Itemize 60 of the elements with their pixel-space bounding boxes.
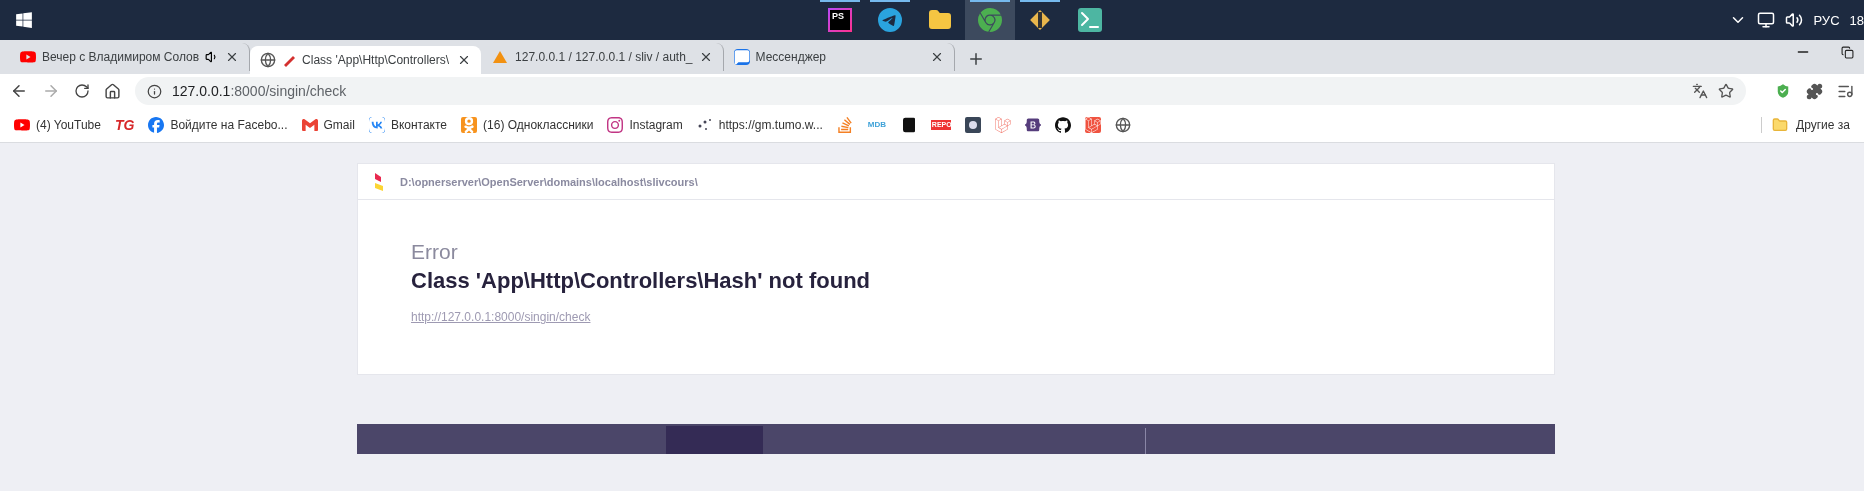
info-icon[interactable]	[147, 83, 162, 99]
bookmark-link[interactable]: (16) Одноклассники	[483, 118, 594, 132]
laravel-icon	[994, 117, 1011, 133]
restore-icon[interactable]	[1841, 45, 1854, 59]
error-label: Error	[411, 240, 458, 264]
globe-icon	[1114, 117, 1131, 133]
bookmark-link[interactable]: Вконтакте	[390, 118, 448, 132]
facebook-icon	[148, 117, 165, 133]
translate-icon[interactable]	[1692, 83, 1708, 99]
crayon-icon	[282, 53, 297, 67]
dots-icon	[696, 117, 713, 133]
tab-title: Вечер с Владимиром Солов	[42, 50, 200, 64]
odnoklassniki-icon	[461, 117, 478, 133]
browser-tab[interactable]: 127.0.0.1 / 127.0.0.1 / sliv / auth_	[481, 43, 724, 71]
logo-text: MDB	[866, 120, 887, 130]
laravel-icon	[1084, 117, 1101, 133]
language-indicator[interactable]: РУС	[1813, 12, 1840, 28]
tab-title: Class 'App\Http\Controllers\	[302, 53, 451, 67]
address-bar[interactable]: 127.0.0.1:8000/singin/check	[135, 77, 1746, 105]
error-message: Class 'App\Http\Controllers\Hash' not found	[411, 268, 870, 294]
sail-icon	[491, 49, 510, 65]
bookmark-link[interactable]: Войдите на Facebo...	[170, 118, 288, 132]
logo-text: TG	[114, 117, 135, 133]
browser-tab[interactable]: Class 'App\Http\Controllers\	[250, 46, 482, 74]
instagram-icon	[607, 117, 624, 133]
star-icon[interactable]	[1718, 83, 1734, 99]
bookmark-link[interactable]: https://gm.tumo.w...	[718, 118, 823, 132]
phpstorm-icon: PS	[828, 8, 852, 32]
url-text: 127.0.0.1:8000/singin/check	[172, 83, 348, 99]
youtube-icon	[14, 117, 30, 133]
home-icon[interactable]	[104, 82, 121, 100]
speaker-icon[interactable]	[1785, 11, 1804, 29]
project-path: D:\opnerserver\OpenServer\domains\localhost\slivcours\	[400, 175, 698, 188]
chrome-icon	[978, 8, 1002, 32]
browser-tab[interactable]: Вечер с Владимиром Солов	[10, 43, 251, 71]
extensions-icon[interactable]	[1806, 82, 1823, 100]
tab-title: 127.0.0.1 / 127.0.0.1 / sliv / auth_	[515, 50, 693, 64]
bookmark-link[interactable]: Instagram	[629, 118, 683, 132]
bookmark-folder[interactable]: Другие за	[1796, 118, 1850, 132]
telegram-icon	[878, 8, 902, 32]
back-icon[interactable]	[10, 82, 28, 100]
github-icon	[1054, 117, 1071, 133]
taskbar-app[interactable]: PS	[815, 0, 865, 40]
bootstrap-icon	[1024, 117, 1041, 133]
shield-icon[interactable]	[1774, 82, 1792, 100]
windows-icon[interactable]	[15, 11, 33, 29]
logo-icon	[374, 172, 384, 191]
youtube-icon	[20, 49, 36, 65]
tab-title: Мессенджер	[755, 50, 828, 64]
chat-icon	[733, 49, 750, 65]
bookmark-link[interactable]: (4) YouTube	[36, 118, 101, 132]
bookmark-link[interactable]: Gmail	[323, 118, 355, 132]
terminal-icon	[1078, 8, 1102, 32]
browser-tab[interactable]: Мессенджер	[723, 43, 955, 71]
stackoverflow-icon	[836, 117, 853, 133]
globe-icon	[260, 52, 277, 68]
clock[interactable]: 18	[1849, 12, 1864, 28]
folder-icon	[928, 8, 952, 32]
reload-icon[interactable]	[74, 83, 90, 99]
gmail-icon	[301, 117, 318, 133]
